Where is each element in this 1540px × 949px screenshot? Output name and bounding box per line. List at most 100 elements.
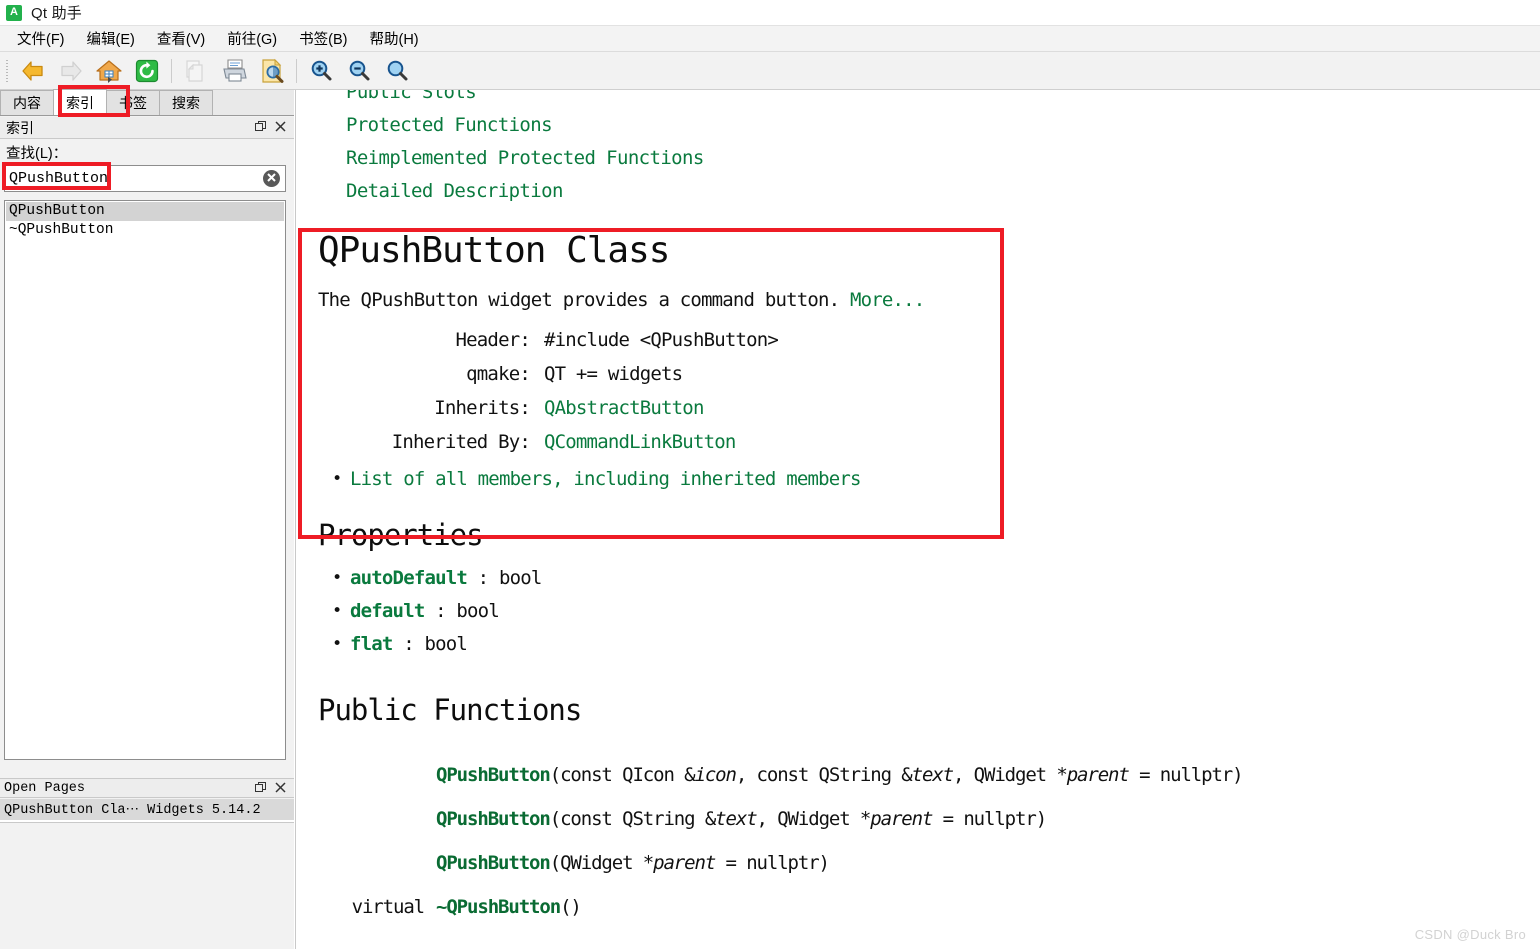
info-value: QCommandLinkButton xyxy=(544,425,778,459)
toc-link-protected-functions[interactable]: Protected Functions xyxy=(296,109,1540,142)
toc-link-public-slots[interactable]: Public Slots xyxy=(296,90,1540,109)
function-link[interactable]: QPushButton xyxy=(436,852,551,874)
print-button[interactable] xyxy=(215,54,253,88)
title-bar: A Qt 助手 xyxy=(0,0,1540,26)
info-key: Header: xyxy=(455,329,531,351)
zoom-out-icon xyxy=(346,58,372,84)
tab-contents[interactable]: 内容 xyxy=(0,90,54,115)
find-label: 查找(L)： xyxy=(6,146,68,162)
properties-list: autoDefault : bool default : bool flat :… xyxy=(332,562,1540,661)
function-param: parent xyxy=(653,852,716,874)
class-brief-text: The QPushButton widget provides a comman… xyxy=(318,289,850,311)
reset-zoom-icon xyxy=(384,58,410,84)
function-modifier xyxy=(318,841,436,885)
table-row: qmake: QT += widgets xyxy=(322,357,778,391)
function-link[interactable]: ~QPushButton xyxy=(436,896,561,918)
print-icon xyxy=(220,58,248,84)
tab-index[interactable]: 索引 xyxy=(53,89,107,115)
property-type: : bool xyxy=(392,633,468,655)
property-type: : bool xyxy=(424,600,500,622)
index-search-wrap xyxy=(4,165,286,192)
menu-bookmarks[interactable]: 书签(B) xyxy=(288,26,358,51)
open-pages-list[interactable]: QPushButton Cla⋯ Widgets 5.14.2 xyxy=(0,799,294,823)
print-preview-button[interactable] xyxy=(253,54,291,88)
list-item[interactable]: ~QPushButton xyxy=(6,221,284,240)
menu-bar: 文件(F) 编辑(E) 查看(V) 前往(G) 书签(B) 帮助(H) xyxy=(0,26,1540,52)
forward-arrow-icon xyxy=(58,58,84,84)
function-modifier xyxy=(318,797,436,841)
open-pages-header: Open Pages xyxy=(0,778,294,798)
forward-button[interactable] xyxy=(52,54,90,88)
function-signature: ~QPushButton() xyxy=(436,885,1540,929)
menu-edit[interactable]: 编辑(E) xyxy=(76,26,146,51)
menu-help[interactable]: 帮助(H) xyxy=(358,26,429,51)
home-button[interactable] xyxy=(90,54,128,88)
function-modifier xyxy=(318,753,436,797)
property-link-flat[interactable]: flat xyxy=(350,633,393,655)
function-sig-text: (const QString & xyxy=(549,808,717,830)
info-key: Inherits: xyxy=(434,397,531,419)
table-row: Inherits: QAbstractButton xyxy=(322,391,778,425)
index-panel-title: 索引 xyxy=(6,119,34,136)
function-param: parent xyxy=(870,808,933,830)
class-info-table: Header: #include <QPushButton> qmake: QT… xyxy=(322,323,779,459)
doc-body: Public Slots Protected Functions Reimple… xyxy=(296,90,1540,929)
more-link[interactable]: More... xyxy=(850,289,925,311)
info-key: Inherited By: xyxy=(391,431,531,453)
list-item[interactable]: QPushButton Cla⋯ Widgets 5.14.2 xyxy=(0,799,294,820)
property-link-default[interactable]: default xyxy=(350,600,425,622)
members-list: List of all members, including inherited… xyxy=(332,463,1540,496)
toc-link-reimplemented-protected-functions[interactable]: Reimplemented Protected Functions xyxy=(296,142,1540,175)
open-pages-close-button[interactable] xyxy=(270,779,290,797)
all-members-link[interactable]: List of all members, including inherited… xyxy=(350,468,861,490)
dock-filler xyxy=(0,823,294,949)
zoom-in-button[interactable] xyxy=(302,54,340,88)
menu-file[interactable]: 文件(F) xyxy=(6,26,76,51)
copy-icon xyxy=(183,58,209,84)
menu-view[interactable]: 查看(V) xyxy=(146,26,216,51)
reload-icon xyxy=(134,58,160,84)
function-sig-text: = nullptr) xyxy=(932,808,1048,830)
toc-link-detailed-description[interactable]: Detailed Description xyxy=(296,175,1540,208)
zoom-out-button[interactable] xyxy=(340,54,378,88)
function-link[interactable]: QPushButton xyxy=(436,764,551,786)
open-pages-undock-button[interactable] xyxy=(250,779,270,797)
back-button[interactable] xyxy=(14,54,52,88)
index-results-list[interactable]: QPushButton ~QPushButton xyxy=(4,200,286,760)
menu-go[interactable]: 前往(G) xyxy=(216,26,288,51)
function-sig-text: , QWidget * xyxy=(756,808,872,830)
tab-bookmarks[interactable]: 书签 xyxy=(106,90,160,115)
index-search-input[interactable] xyxy=(4,165,286,192)
copy-button[interactable] xyxy=(177,54,215,88)
clear-search-button[interactable] xyxy=(263,170,280,187)
reload-button[interactable] xyxy=(128,54,166,88)
inherits-link[interactable]: QAbstractButton xyxy=(544,397,704,419)
index-panel-close-button[interactable] xyxy=(270,119,290,137)
property-link-autodefault[interactable]: autoDefault xyxy=(350,567,468,589)
print-preview-icon xyxy=(258,58,286,84)
zoom-in-icon xyxy=(308,58,334,84)
function-param: icon xyxy=(694,764,736,786)
clear-circle-icon xyxy=(266,172,277,185)
function-signature: QPushButton(const QIcon &icon, const QSt… xyxy=(436,753,1540,797)
index-panel-undock-button[interactable] xyxy=(250,119,270,137)
window-title: Qt 助手 xyxy=(31,5,83,22)
home-icon xyxy=(95,58,123,84)
function-link[interactable]: QPushButton xyxy=(436,808,551,830)
list-item[interactable]: QPushButton xyxy=(6,202,284,221)
list-item: flat : bool xyxy=(332,628,1540,661)
function-param: text xyxy=(911,764,954,786)
table-row: Header: #include <QPushButton> xyxy=(322,323,779,357)
left-dock: 内容 索引 书签 搜索 索引 查找(L)： QPushButton QPushB… xyxy=(0,89,294,949)
inherited-by-link[interactable]: QCommandLinkButton xyxy=(544,431,736,453)
sidebar-tabs: 内容 索引 书签 搜索 xyxy=(0,89,294,116)
documentation-view[interactable]: Public Slots Protected Functions Reimple… xyxy=(295,90,1540,949)
toolbar-grip[interactable] xyxy=(4,57,11,84)
close-icon xyxy=(274,781,286,796)
properties-heading: Properties xyxy=(318,518,484,552)
function-signature: QPushButton(const QString &text, QWidget… xyxy=(436,797,1540,841)
watermark: CSDN @Duck Bro xyxy=(1414,927,1526,942)
tab-search[interactable]: 搜索 xyxy=(159,90,213,115)
reset-zoom-button[interactable] xyxy=(378,54,416,88)
function-sig-text: (QWidget * xyxy=(549,852,654,874)
